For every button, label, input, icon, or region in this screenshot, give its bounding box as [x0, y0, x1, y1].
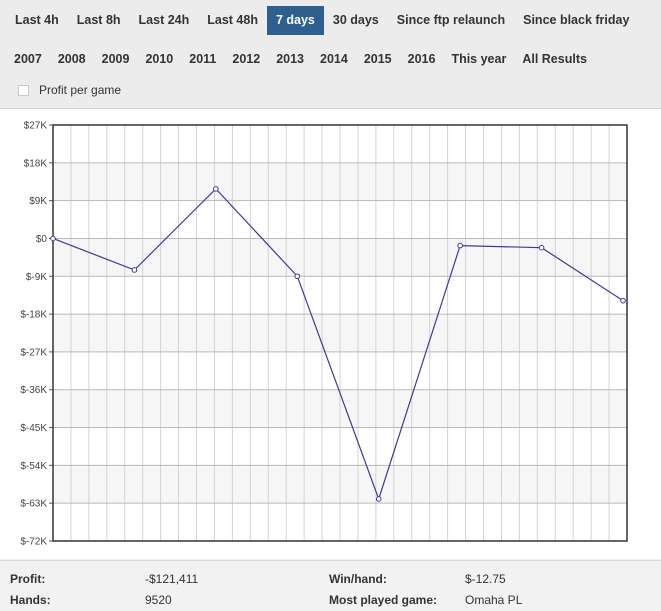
- profit-per-game-checkbox[interactable]: [18, 84, 29, 96]
- data-point: [538, 244, 545, 251]
- profit-per-game-label: Profit per game: [39, 83, 122, 97]
- profit-per-game-toggle[interactable]: Profit per game: [18, 83, 121, 97]
- data-point: [620, 297, 626, 304]
- filter-2012[interactable]: 2012: [224, 46, 268, 72]
- most-played-label: Most played game:: [329, 593, 438, 607]
- filter-2015[interactable]: 2015: [356, 46, 400, 72]
- filter-2009[interactable]: 2009: [94, 46, 138, 72]
- filter-panel: Last 4h Last 8h Last 24h Last 48h 7 days 30 d…: [0, 0, 661, 109]
- filter-2014[interactable]: 2014: [312, 46, 356, 72]
- y-tick-label: $-63K: [20, 499, 47, 510]
- hands-label: Hands:: [10, 593, 51, 607]
- data-point: [375, 496, 382, 502]
- filter-2010[interactable]: 2010: [137, 46, 181, 72]
- y-tick-label: $0: [36, 234, 48, 245]
- filter-2016[interactable]: 2016: [400, 46, 444, 72]
- y-tick-label: $-54K: [20, 461, 47, 472]
- y-tick-label: $-9K: [26, 272, 47, 283]
- filter-last-48h[interactable]: Last 48h: [198, 6, 267, 35]
- filter-this-year[interactable]: This year: [443, 46, 514, 72]
- y-tick-label: $-18K: [20, 310, 47, 321]
- data-point: [213, 186, 219, 192]
- year-filter-row: 2007 2008 2009 2010 2011 2012 2013 2014 2015 2016…: [6, 46, 595, 72]
- filter-all-results[interactable]: All Results: [514, 46, 595, 72]
- data-point: [457, 242, 463, 249]
- y-tick-label: $18K: [24, 158, 48, 169]
- y-tick-label: $27K: [24, 121, 48, 132]
- filter-2013[interactable]: 2013: [268, 46, 312, 72]
- data-point: [131, 267, 138, 273]
- y-tick-label: $-36K: [20, 385, 47, 396]
- filter-since-ftp-relaunch[interactable]: Since ftp relaunch: [388, 6, 514, 35]
- stats-footer: Profit: -$121,411 Hands: 9520 Win/hand: …: [0, 560, 661, 611]
- profit-value: -$121,411: [145, 572, 199, 586]
- filter-7-days[interactable]: 7 days: [266, 6, 324, 35]
- filter-2008[interactable]: 2008: [50, 46, 94, 72]
- hands-value: 9520: [145, 593, 172, 607]
- data-point: [50, 235, 56, 242]
- filter-2011[interactable]: 2011: [181, 46, 224, 72]
- filter-last-24h[interactable]: Last 24h: [130, 6, 199, 35]
- data-point: [294, 273, 301, 280]
- most-played-value: Omaha PL: [465, 593, 523, 607]
- y-tick-label: $-27K: [20, 347, 47, 358]
- time-filter-row: Last 4h Last 8h Last 24h Last 48h 7 days 30 d…: [6, 6, 638, 35]
- filter-last-4h[interactable]: Last 4h: [6, 6, 68, 35]
- filter-2007[interactable]: 2007: [6, 46, 50, 72]
- y-tick-label: $-72K: [20, 537, 47, 548]
- y-tick-label: $-45K: [20, 423, 47, 434]
- profit-label: Profit:: [10, 572, 46, 586]
- win-per-hand-value: $-12.75: [465, 572, 506, 586]
- win-per-hand-label: Win/hand:: [329, 572, 387, 586]
- profit-chart: $27K $18K $9K $0 $-9K $-18K $-27K $-36K $-45K $-5…: [0, 109, 661, 559]
- y-tick-label: $9K: [29, 196, 47, 207]
- filter-30-days[interactable]: 30 days: [324, 6, 388, 35]
- profit-line-chart: $27K $18K $9K $0 $-9K $-18K $-27K $-36K $-45K $-5…: [20, 121, 628, 548]
- filter-since-black-friday[interactable]: Since black friday: [514, 6, 638, 35]
- filter-last-8h[interactable]: Last 8h: [68, 6, 130, 35]
